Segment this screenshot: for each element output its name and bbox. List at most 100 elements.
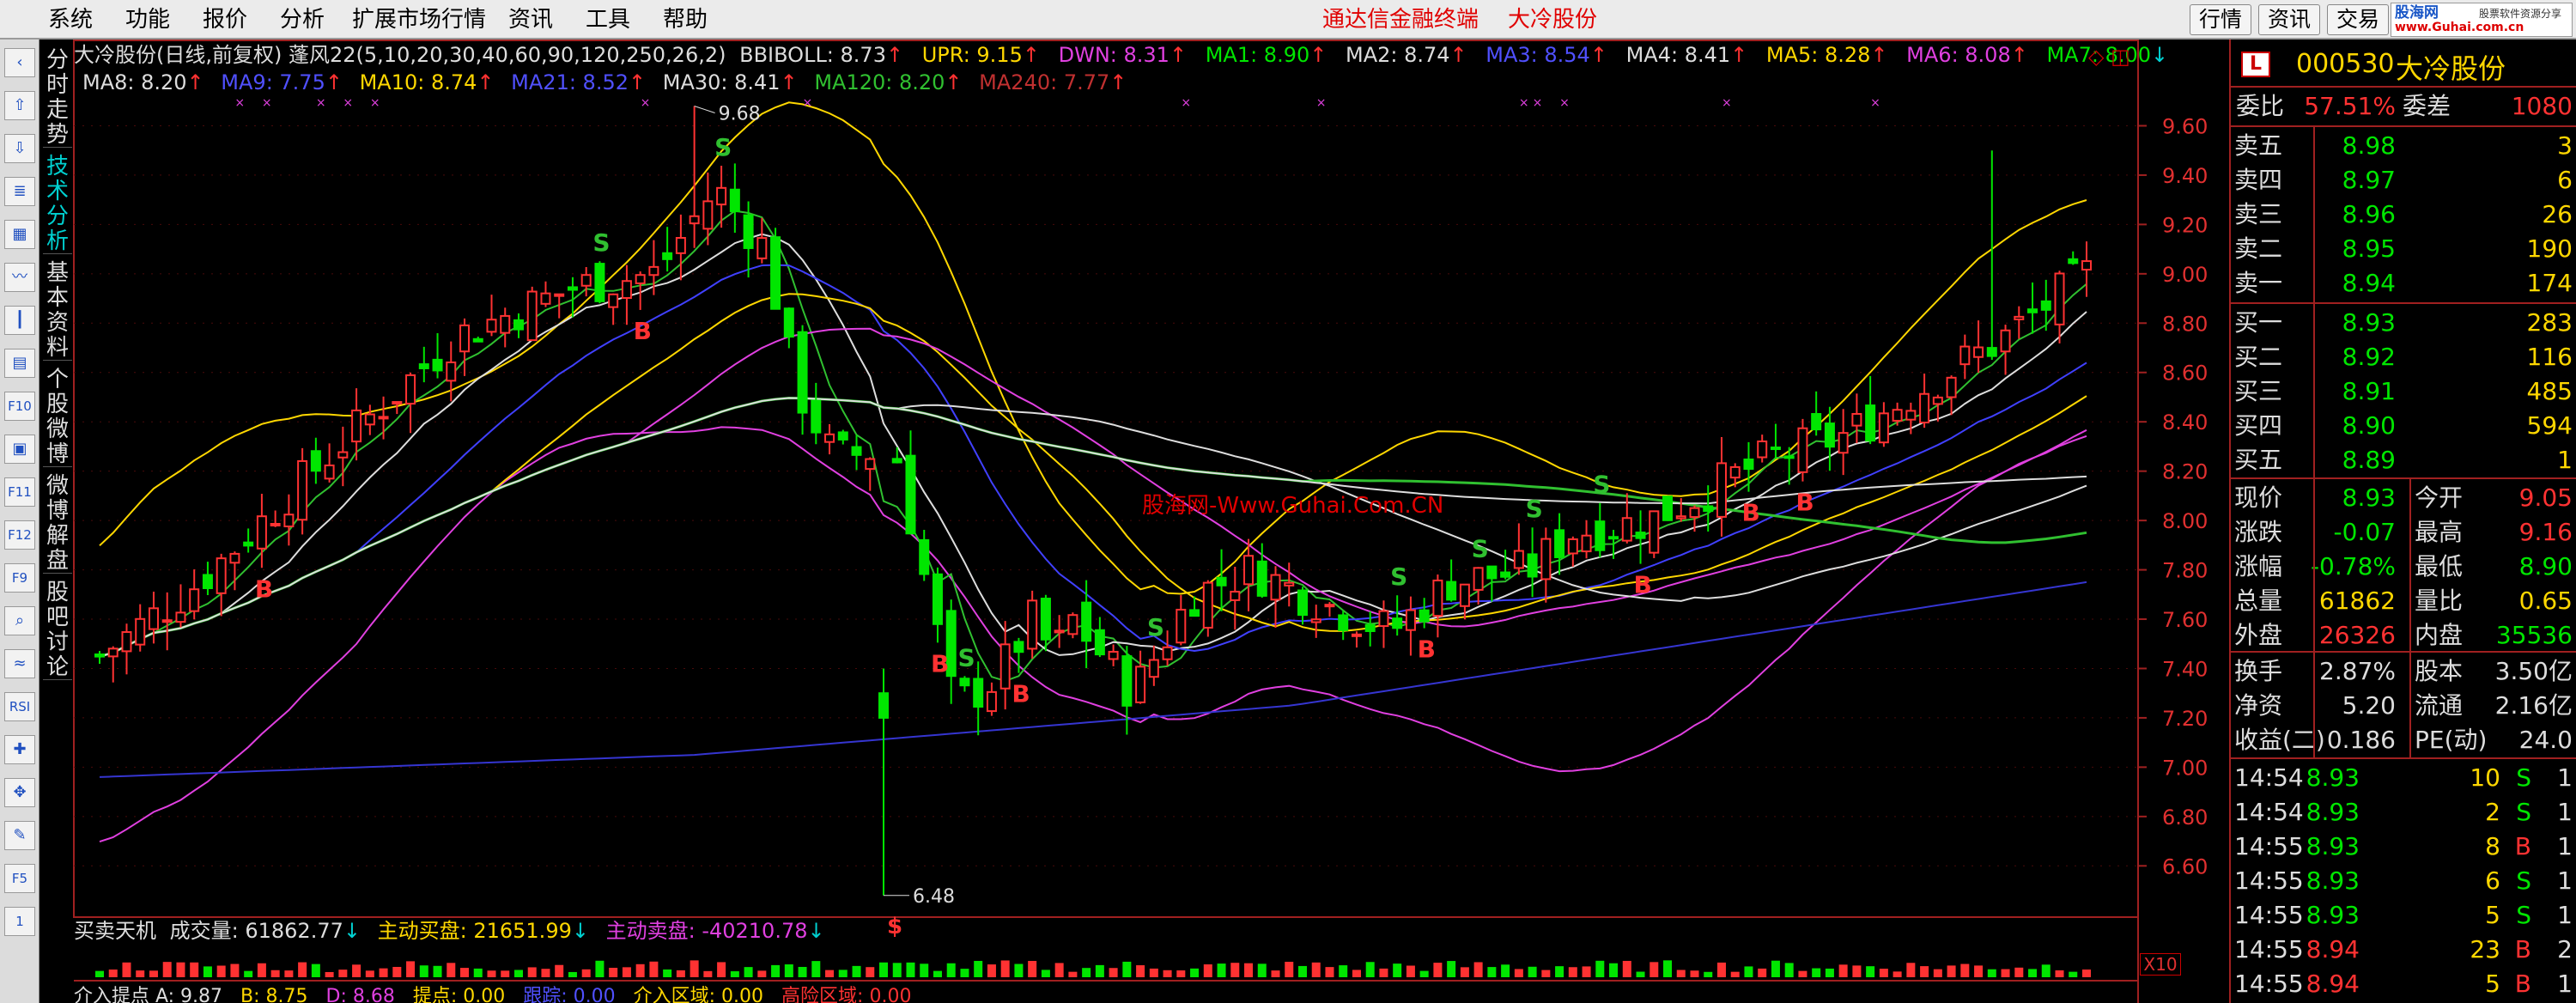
- stat-value: 8.90: [2518, 552, 2573, 581]
- ask-price: 8.98: [2342, 131, 2396, 160]
- tab-stock-weibo[interactable]: 个股微博: [43, 368, 72, 467]
- candle-body: [1959, 345, 1971, 366]
- cross-marker: ×: [1722, 96, 1732, 110]
- candle-body: [2000, 329, 2011, 353]
- bid-label: 买五: [2234, 446, 2283, 474]
- volume-bar: [1041, 970, 1050, 977]
- candle-body: [1243, 555, 1255, 586]
- candle-body: [1892, 409, 1903, 422]
- candle-body: [1649, 510, 1660, 554]
- tick-side: B: [2514, 935, 2531, 963]
- divider: [2231, 125, 2576, 127]
- ask-row: 卖一 8.94 174: [2231, 266, 2576, 301]
- candle-body: [229, 552, 240, 564]
- volume-bar: [663, 969, 672, 977]
- candle-body: [1783, 455, 1795, 459]
- tab-weibo-analysis[interactable]: 微博解盘: [43, 474, 72, 574]
- tick-time: 14:55: [2234, 970, 2304, 998]
- tick-time: 14:55: [2234, 901, 2304, 929]
- volume-bar: [892, 963, 902, 977]
- candle-body: [1595, 520, 1606, 551]
- ma120-line: [99, 397, 2087, 658]
- down-arrow-icon: ↓: [807, 919, 825, 943]
- divider: [2231, 651, 2576, 653]
- sell-signal: S: [1526, 495, 1543, 523]
- cross-marker: ×: [262, 96, 272, 110]
- volume-bar: [2001, 969, 2010, 977]
- candle-body: [472, 337, 483, 343]
- candle-body: [1919, 392, 1930, 424]
- candle-body: [392, 401, 403, 405]
- candle-body: [1635, 532, 1646, 539]
- tab-fundamentals[interactable]: 基本资料: [43, 261, 72, 361]
- candle-body: [1662, 495, 1674, 521]
- candle-body: [1540, 538, 1552, 581]
- diamond-icon[interactable]: ◇: [2088, 45, 2104, 69]
- volume-bar: [95, 970, 104, 977]
- volume-bar: [1622, 960, 1631, 977]
- volume-bar: [325, 971, 334, 977]
- volume-bar: [798, 966, 807, 977]
- candle-body: [783, 307, 794, 338]
- tick-count: 1: [2557, 970, 2573, 998]
- candle-body: [1067, 614, 1078, 635]
- candle-body: [905, 454, 916, 535]
- volume-bar: [379, 968, 388, 977]
- candle-body: [2027, 308, 2038, 313]
- level2-badge-icon[interactable]: L: [2241, 52, 2270, 77]
- volume-bar: [541, 969, 550, 977]
- zoom-x10-button[interactable]: X10: [2140, 953, 2181, 976]
- candle-body: [580, 274, 592, 287]
- volume-bar: [649, 961, 659, 977]
- bid-row: 买五 8.89 1: [2231, 443, 2576, 477]
- tick-volume: 6: [2485, 866, 2500, 895]
- candle-body: [405, 374, 416, 405]
- candle-body: [851, 446, 862, 456]
- price-axis-label: 7.20: [2162, 707, 2208, 731]
- candle-body: [500, 314, 511, 334]
- tab-stock-forum[interactable]: 股吧讨论: [43, 581, 72, 680]
- sell-signal: S: [1390, 562, 1407, 591]
- volume-bar: [1122, 961, 1132, 977]
- candle-body: [1148, 659, 1159, 678]
- stats-row: 净资 5.20 流通 2.16亿: [2231, 689, 2576, 723]
- stats-row: 涨幅 -0.78% 最低 8.90: [2231, 550, 2576, 584]
- candle-body: [1094, 629, 1105, 656]
- volume-bar: [555, 964, 564, 977]
- ma240-value: MA240: 7.77: [979, 70, 1110, 94]
- volume-bar: [595, 960, 605, 977]
- candle-body: [1121, 655, 1133, 707]
- bid-volume: 116: [2526, 343, 2573, 371]
- high-marker: [694, 106, 715, 113]
- volume-bar: [771, 964, 781, 977]
- up-arrow-icon: ↑: [1022, 43, 1040, 67]
- cross-marker: ×: [1559, 96, 1570, 110]
- window-icon[interactable]: ◫: [2111, 45, 2130, 69]
- volume-bar: [1676, 970, 1686, 977]
- stat-value: 24.0: [2518, 726, 2573, 754]
- stat-label: 内盘: [2415, 621, 2464, 649]
- stat-value: 0.65: [2518, 587, 2573, 615]
- boll-lower-line: [99, 426, 2087, 843]
- stat-label: 今开: [2415, 483, 2464, 512]
- candle-body: [594, 263, 605, 302]
- price-axis-label: 7.40: [2162, 657, 2208, 681]
- candle-body: [1703, 505, 1714, 513]
- tab-technical-analysis[interactable]: 技术分析: [43, 155, 72, 254]
- ask-row: 卖五 8.98 3: [2231, 129, 2576, 163]
- volume-bar: [730, 971, 739, 977]
- high-risk-zone-value: 高险区域: 0.00: [781, 986, 912, 1003]
- tick-price: 8.93: [2306, 866, 2360, 895]
- stat-value: 61862: [2318, 587, 2396, 615]
- candle-body: [891, 458, 902, 464]
- tab-intraday[interactable]: 分时走势: [43, 48, 72, 148]
- candle-body: [1189, 609, 1200, 617]
- volume-bar: [1109, 968, 1118, 977]
- candle-body: [459, 324, 471, 353]
- volume-bar: [365, 970, 374, 977]
- volume-bar: [1555, 966, 1564, 977]
- ma10-value: MA10: 8.74: [359, 70, 477, 94]
- candle-body: [418, 363, 429, 369]
- candle-body: [94, 653, 105, 658]
- bid-volume: 485: [2526, 377, 2573, 405]
